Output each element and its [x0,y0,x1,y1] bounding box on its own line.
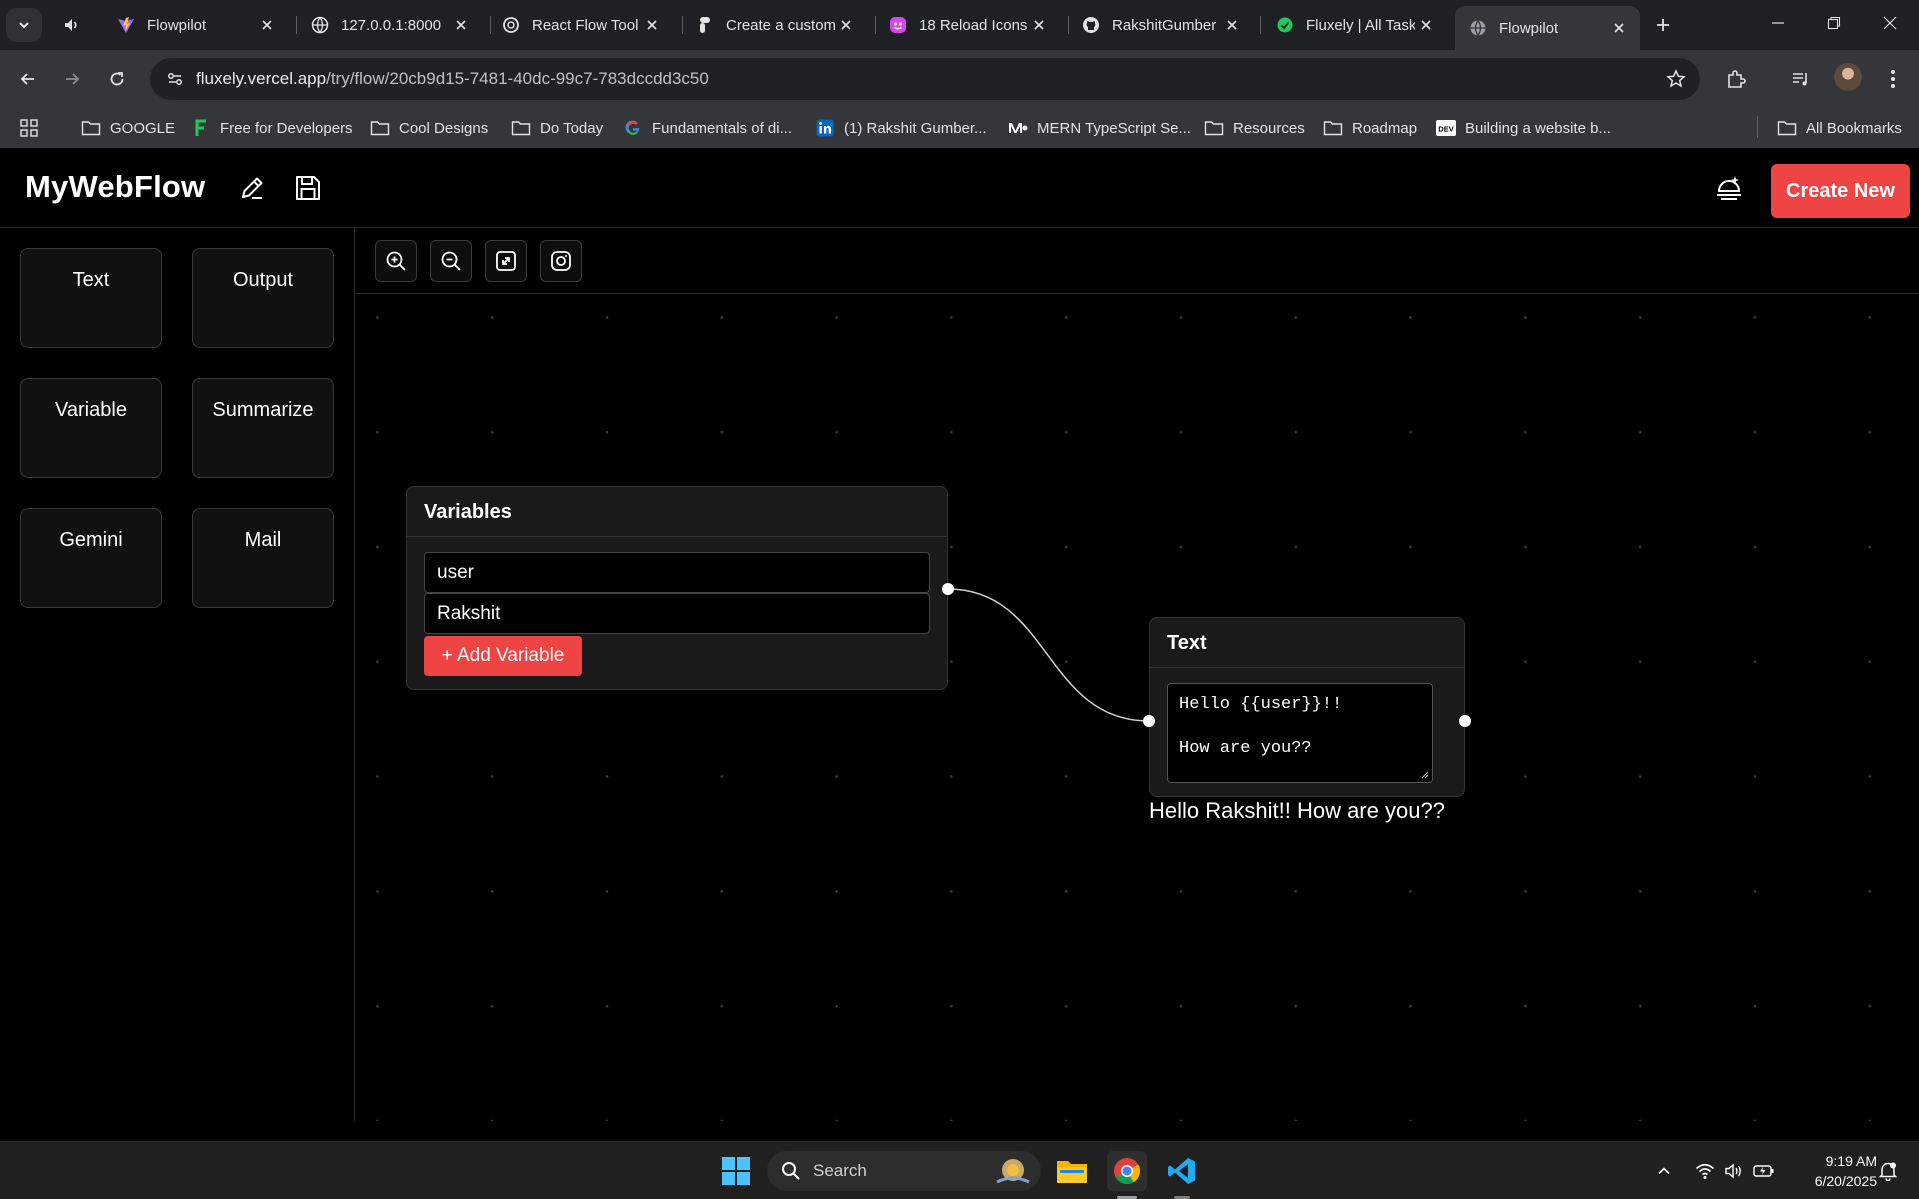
variables-node-title: Variables [407,487,947,537]
text-node-title: Text [1150,618,1464,668]
windows-taskbar: Search 9:19 AM 6/20/2025 [0,1141,1919,1199]
chevron-up-icon [1658,1167,1670,1175]
search-icon [782,1162,800,1180]
windows-icon [722,1157,750,1185]
wifi-status[interactable] [1693,1159,1717,1183]
vscode-icon [1168,1158,1195,1184]
text-output-handle[interactable] [1459,715,1471,727]
variable-value-input[interactable] [424,593,930,634]
taskbar-search[interactable]: Search [767,1151,1041,1191]
clock-time: 9:19 AM [1825,1153,1877,1169]
start-button[interactable] [716,1151,756,1191]
variable-name-input[interactable] [424,552,930,593]
chrome-taskbar-button[interactable] [1107,1151,1147,1191]
text-node-output-preview: Hello Rakshit!! How are you?? [1149,798,1445,823]
vscode-taskbar-button[interactable] [1162,1151,1202,1191]
battery-icon [1753,1165,1774,1177]
search-highlight-icon [996,1159,1030,1184]
text-node-textarea[interactable]: Hello {{user}}!! How are you?? [1167,683,1433,783]
battery-status[interactable] [1752,1159,1776,1183]
file-explorer-button[interactable] [1052,1151,1092,1191]
edge-variables-to-text [947,588,1150,722]
notification-bell-icon [1878,1162,1898,1181]
text-input-handle[interactable] [1143,715,1155,727]
taskbar-clock[interactable]: 9:19 AM 6/20/2025 [1785,1151,1877,1191]
show-hidden-icons-button[interactable] [1652,1159,1676,1183]
variables-node[interactable]: Variables + Add Variable [406,486,948,690]
resize-grip-icon[interactable] [1419,769,1429,779]
clock-date: 6/20/2025 [1814,1173,1877,1189]
add-variable-button[interactable]: + Add Variable [424,636,582,676]
speaker-icon [1725,1163,1741,1179]
wifi-icon [1695,1163,1715,1179]
chrome-icon [1114,1158,1141,1185]
text-node[interactable]: Text Hello {{user}}!! How are you?? [1149,617,1465,797]
notifications-button[interactable] [1876,1159,1900,1183]
file-explorer-icon [1057,1161,1087,1183]
variables-output-handle[interactable] [942,583,954,595]
taskbar-search-label: Search [813,1161,867,1180]
volume-status[interactable] [1722,1159,1746,1183]
